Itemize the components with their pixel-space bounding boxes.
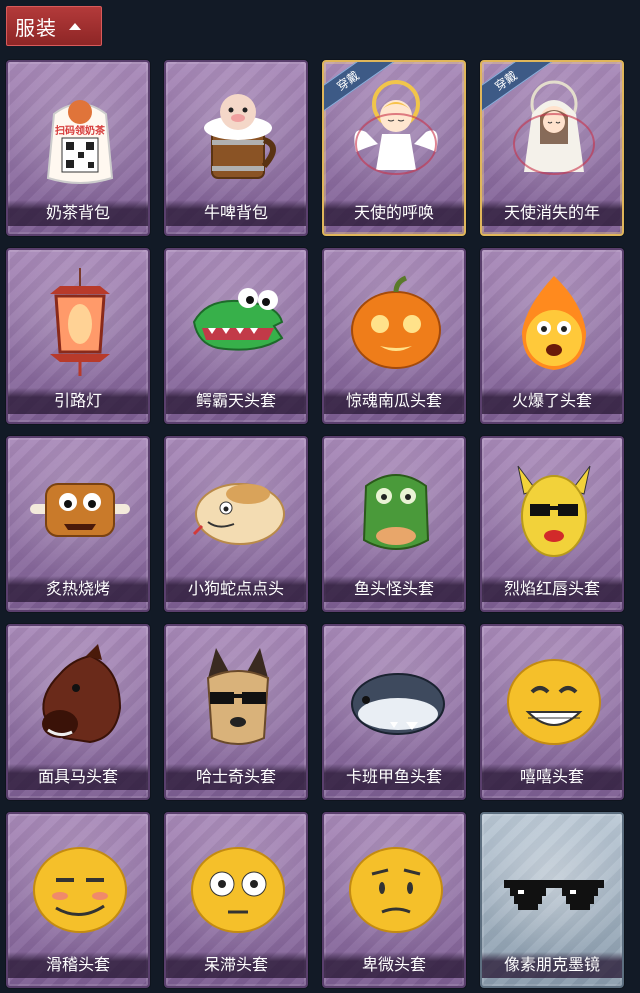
outfit-card[interactable]: 面具马头套 [6,624,150,800]
turtle-head-icon [336,638,456,758]
angel-figure-icon [336,74,456,194]
outfit-name: 滑稽头套 [8,952,148,978]
fire-head-icon [494,262,614,382]
outfit-card[interactable]: 牛啤背包 [164,60,308,236]
outfit-card[interactable]: 呆滞头套 [164,812,308,988]
outfit-name: 小狗蛇点点头 [166,576,306,602]
outfit-name: 奶茶背包 [8,200,148,226]
outfit-card[interactable]: 小狗蛇点点头 [164,436,308,612]
outfit-name: 天使消失的年 [482,200,622,226]
veiled-angel-figure-icon [494,74,614,194]
outfit-card[interactable]: 引路灯 [6,248,150,424]
art-text: 扫码领奶茶 [55,124,106,137]
beer-barrel-backpack-icon [178,74,298,194]
outfit-name: 惊魂南瓜头套 [324,388,464,414]
stunned-emoji-head-icon [178,826,298,946]
outfit-card[interactable]: 天使消失的年 穿戴 [480,60,624,236]
fish-head-icon [336,450,456,570]
grin-emoji-head-icon [494,638,614,758]
outfit-card[interactable]: 烈焰红唇头套 [480,436,624,612]
outfit-card[interactable]: 惊魂南瓜头套 [322,248,466,424]
husky-head-icon [178,638,298,758]
milk-tea-backpack-icon: 扫码领奶茶 [20,74,140,194]
outfit-card[interactable]: 扫码领奶茶 奶茶背包 [6,60,150,236]
crocodile-head-icon [178,262,298,382]
outfit-card[interactable]: 卑微头套 [322,812,466,988]
outfit-name: 火爆了头套 [482,388,622,414]
outfit-name: 哈士奇头套 [166,764,306,790]
outfit-name: 鳄霸天头套 [166,388,306,414]
outfit-name: 牛啤背包 [166,200,306,226]
outfit-card[interactable]: 鱼头怪头套 [322,436,466,612]
outfit-card[interactable]: 天使的呼唤 穿戴 [322,60,466,236]
humble-emoji-head-icon [336,826,456,946]
horse-head-icon [20,638,140,758]
smirk-emoji-head-icon [20,826,140,946]
dog-snake-head-icon [178,450,298,570]
bbq-meat-icon [20,450,140,570]
outfit-card[interactable]: 卡班甲鱼头套 [322,624,466,800]
outfit-card[interactable]: 火爆了头套 [480,248,624,424]
outfit-name: 像素朋克墨镜 [482,952,622,978]
outfit-name: 呆滞头套 [166,952,306,978]
outfit-card[interactable]: 哈士奇头套 [164,624,308,800]
outfit-card[interactable]: 炙热烧烤 [6,436,150,612]
outfit-card[interactable]: 滑稽头套 [6,812,150,988]
outfit-name: 鱼头怪头套 [324,576,464,602]
outfit-name: 面具马头套 [8,764,148,790]
outfit-name: 卑微头套 [324,952,464,978]
outfit-name: 引路灯 [8,388,148,414]
outfit-name: 嘻嘻头套 [482,764,622,790]
outfit-name: 烈焰红唇头套 [482,576,622,602]
outfit-grid: 扫码领奶茶奶茶背包 牛啤背包 天使的呼唤 穿戴 天使消失的年 穿戴 引路灯 鳄霸天头… [0,0,640,993]
outfit-card[interactable]: 嘻嘻头套 [480,624,624,800]
outfit-card[interactable]: 鳄霸天头套 [164,248,308,424]
pixel-sunglasses-icon [494,826,614,946]
outfit-name: 天使的呼唤 [324,200,464,226]
outfit-card[interactable]: 像素朋克墨镜 [480,812,624,988]
lantern-icon [20,262,140,382]
yellow-mask-sunglasses-icon [494,450,614,570]
outfit-name: 卡班甲鱼头套 [324,764,464,790]
outfit-name: 炙热烧烤 [8,576,148,602]
pumpkin-head-icon [336,262,456,382]
